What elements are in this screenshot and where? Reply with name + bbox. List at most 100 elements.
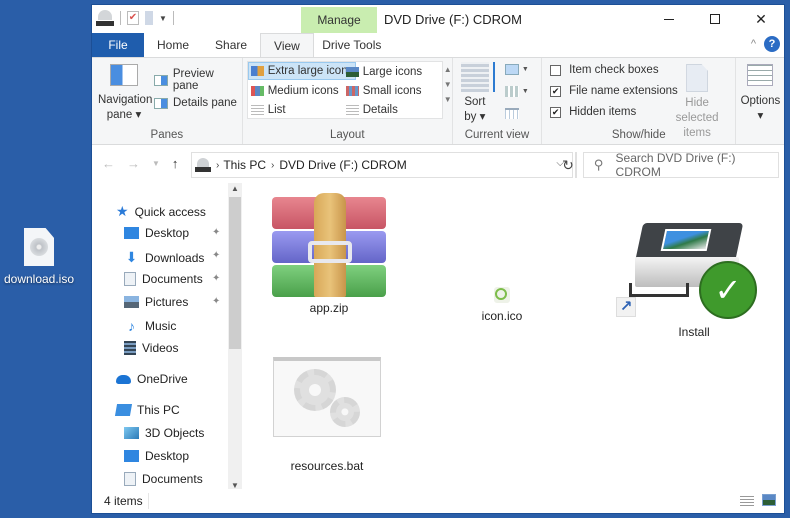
layout-extra-large-icons[interactable]: Extra large icons bbox=[247, 62, 357, 80]
window-controls: ✕ bbox=[646, 5, 784, 33]
nav-pictures[interactable]: Pictures bbox=[124, 295, 188, 309]
file-item-icon-ico[interactable]: icon.ico bbox=[444, 287, 560, 323]
archive-buckle bbox=[308, 241, 352, 263]
pin-icon[interactable]: ✦ bbox=[212, 296, 220, 307]
maximize-button[interactable] bbox=[692, 5, 738, 33]
gallery-scroll-down-icon[interactable]: ▼ bbox=[444, 80, 452, 89]
details-pane-icon bbox=[154, 97, 168, 109]
item-check-boxes-toggle[interactable]: Item check boxes bbox=[550, 64, 659, 76]
manage-contextual-tab[interactable]: Manage bbox=[301, 7, 377, 33]
gallery-scroll-up-icon[interactable]: ▲ bbox=[444, 65, 452, 74]
minimize-button[interactable] bbox=[646, 5, 692, 33]
search-input[interactable]: ⚲ Search DVD Drive (F:) CDROM bbox=[583, 151, 779, 179]
nav-videos[interactable]: Videos bbox=[124, 341, 178, 355]
size-columns-button[interactable] bbox=[504, 108, 519, 119]
item-check-boxes-checkbox[interactable] bbox=[550, 64, 562, 76]
tab-view[interactable]: View bbox=[260, 33, 314, 57]
nav-desktop[interactable]: Desktop bbox=[124, 226, 189, 240]
nav-item-label: Desktop bbox=[145, 226, 190, 240]
customize-toolbar-dropdown-icon[interactable]: ▼ bbox=[159, 14, 167, 23]
scrollbar-thumb[interactable] bbox=[229, 197, 241, 349]
group-options: Options ▾ bbox=[736, 58, 784, 144]
recent-locations-icon[interactable]: ▼ bbox=[152, 159, 160, 168]
nav-pc-documents[interactable]: Documents bbox=[124, 472, 203, 486]
sort-by-button[interactable]: Sort by ▾ bbox=[457, 62, 495, 125]
layout-large-icons[interactable]: Large icons bbox=[344, 63, 424, 81]
tab-share[interactable]: Share bbox=[202, 33, 260, 57]
new-folder-icon[interactable] bbox=[145, 11, 153, 25]
chevron-down-icon: ▾ bbox=[479, 111, 486, 123]
chevron-down-icon: ▾ bbox=[757, 110, 764, 122]
breadcrumb-dvd-drive[interactable]: DVD Drive (F:) CDROM bbox=[279, 158, 406, 172]
scroll-up-icon[interactable]: ▲ bbox=[228, 184, 242, 193]
hidden-items-toggle[interactable]: ✔ Hidden items bbox=[550, 106, 636, 118]
navigation-pane-label: Navigation pane bbox=[98, 94, 153, 121]
sort-by-icon bbox=[460, 62, 495, 92]
layout-medium-icons[interactable]: Medium icons bbox=[249, 82, 341, 100]
tab-file[interactable]: File bbox=[92, 33, 144, 57]
group-layout: Extra large icons Large icons Medium ico… bbox=[243, 58, 453, 144]
file-name: app.zip bbox=[309, 301, 349, 315]
medium-icons-icon bbox=[250, 86, 264, 96]
file-item-install[interactable]: ✓ ↗ Install bbox=[616, 223, 764, 339]
desktop-icon-download-iso[interactable]: download.iso bbox=[2, 228, 76, 286]
gallery-expand-icon[interactable]: ▼ bbox=[444, 95, 452, 104]
cloud-icon bbox=[116, 374, 131, 384]
item-count: 4 items bbox=[104, 494, 143, 508]
tab-drive-tools[interactable]: Drive Tools bbox=[314, 33, 390, 57]
large-icons-view-icon[interactable] bbox=[762, 494, 776, 506]
address-bar[interactable]: › This PC › DVD Drive (F:) CDROM ⌵ bbox=[191, 152, 573, 178]
nav-item-label: OneDrive bbox=[137, 372, 188, 386]
hidden-items-checkbox[interactable]: ✔ bbox=[550, 106, 562, 118]
file-explorer-window: ✔ ▼ Manage DVD Drive (F:) CDROM ✕ File H… bbox=[91, 4, 785, 514]
layout-gallery: Extra large icons Large icons Medium ico… bbox=[246, 61, 452, 119]
nav-music[interactable]: ♪ Music bbox=[124, 318, 176, 334]
properties-icon[interactable]: ✔ bbox=[127, 11, 139, 25]
options-button[interactable]: Options ▾ bbox=[738, 64, 782, 124]
nav-downloads[interactable]: ⬇ Downloads bbox=[124, 249, 205, 266]
pin-icon[interactable]: ✦ bbox=[212, 273, 220, 284]
add-columns-button[interactable]: ▼ bbox=[504, 86, 529, 97]
file-item-app-zip[interactable]: app.zip bbox=[264, 193, 394, 315]
breadcrumb-separator[interactable]: › bbox=[216, 160, 219, 171]
ico-file-icon bbox=[494, 287, 510, 303]
options-label: Options bbox=[740, 95, 781, 107]
nav-item-label: Videos bbox=[142, 341, 179, 355]
back-arrow-icon[interactable]: ← bbox=[102, 156, 115, 171]
nav-onedrive[interactable]: OneDrive bbox=[116, 372, 188, 386]
breadcrumb-separator[interactable]: › bbox=[271, 160, 274, 171]
nav-quick-access[interactable]: ★ Quick access bbox=[116, 203, 206, 220]
details-pane-button[interactable]: Details pane bbox=[154, 97, 237, 109]
file-item-resources-bat[interactable]: resources.bat bbox=[270, 357, 384, 473]
layout-details[interactable]: Details bbox=[344, 101, 400, 119]
file-name: Install bbox=[678, 325, 710, 339]
breadcrumb-this-pc[interactable]: This PC bbox=[223, 158, 266, 172]
navigation-pane-scrollbar[interactable]: ▲ ▼ bbox=[228, 183, 242, 491]
hide-selected-items-icon bbox=[686, 64, 709, 92]
refresh-icon: ↻ bbox=[562, 157, 574, 173]
tab-home[interactable]: Home bbox=[144, 33, 202, 57]
preview-pane-button[interactable]: Preview pane bbox=[154, 68, 242, 92]
nav-pc-desktop[interactable]: Desktop bbox=[124, 449, 189, 463]
documents-icon bbox=[124, 472, 136, 486]
videos-icon bbox=[124, 341, 136, 355]
size-columns-icon bbox=[504, 108, 519, 119]
pin-icon[interactable]: ✦ bbox=[212, 227, 220, 238]
refresh-button[interactable]: ↻ bbox=[553, 152, 583, 178]
file-name-extensions-toggle[interactable]: ✔ File name extensions bbox=[550, 85, 678, 97]
navigation-pane-button[interactable]: Navigation pane ▾ bbox=[98, 64, 153, 123]
layout-list[interactable]: List bbox=[249, 101, 288, 119]
details-view-icon[interactable] bbox=[740, 494, 754, 506]
up-arrow-icon[interactable]: ↑ bbox=[172, 156, 179, 171]
pin-icon[interactable]: ✦ bbox=[212, 250, 220, 261]
close-button[interactable]: ✕ bbox=[738, 5, 784, 33]
forward-arrow-icon[interactable]: → bbox=[127, 156, 140, 171]
layout-small-icons[interactable]: Small icons bbox=[344, 82, 424, 100]
file-name-extensions-checkbox[interactable]: ✔ bbox=[550, 85, 562, 97]
nav-documents[interactable]: Documents bbox=[124, 272, 203, 286]
nav-this-pc[interactable]: This PC bbox=[114, 403, 180, 417]
help-icon[interactable]: ? bbox=[764, 36, 780, 52]
group-by-button[interactable]: ▼ bbox=[504, 64, 529, 75]
collapse-ribbon-icon[interactable]: ^ bbox=[751, 38, 756, 50]
nav-3d-objects[interactable]: 3D Objects bbox=[124, 426, 204, 440]
